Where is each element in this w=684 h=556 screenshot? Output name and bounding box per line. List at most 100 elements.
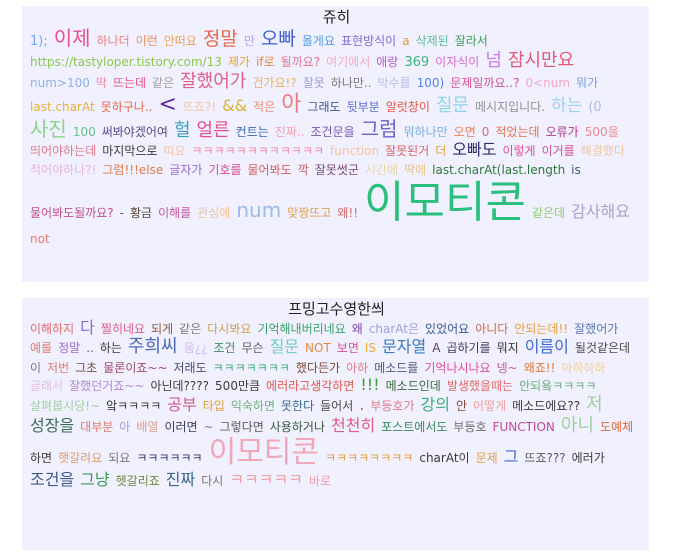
cloud-word: num (236, 197, 282, 222)
cloud-word: 질문 (435, 95, 469, 117)
cloud-word: 부등호 (453, 419, 487, 434)
cloud-word: 물론이죠~~ (103, 361, 168, 376)
cloud-word: 하나만.. (330, 75, 372, 90)
cloud-word: 오류가 (545, 124, 579, 139)
cloud-word: 잘라서 (454, 34, 488, 48)
cloud-word: 메시지입니다. (475, 100, 546, 115)
cloud-word: 다 (80, 318, 95, 337)
cloud-word: ㅋㅋㅋㅋㅋ (229, 469, 303, 489)
cloud-word: 황금 (130, 205, 153, 220)
cloud-word: 왜죠!! (523, 361, 556, 376)
cloud-word: 하는 (99, 341, 122, 356)
word-cloud-panel-1: 쥬히 1); 이제 하나더 이런 안떠요 정말 만 오빠 올게요 표현방식이 a 삭제된 잘라서 http… (22, 6, 649, 282)
cloud-word: 딱 (95, 75, 107, 90)
cloud-word: 이해를 (158, 205, 192, 220)
cloud-word: 글자가 (169, 162, 203, 177)
cloud-word: 컨트는 (235, 124, 269, 139)
cloud-word: 하면 (30, 451, 53, 466)
cloud-word: 글래서 (30, 379, 64, 394)
cloud-word: 못한다 (281, 398, 315, 413)
cloud-word: 더 (435, 144, 447, 159)
cloud-word: function (330, 144, 380, 159)
cloud-word: 잘못 (302, 75, 325, 90)
cloud-word: 강의 (420, 394, 450, 414)
cloud-word: 500만큼 (215, 379, 261, 394)
cloud-word: 하는 (551, 96, 583, 117)
cloud-word: . (359, 394, 365, 414)
cloud-word: 잘못된거 (385, 144, 430, 159)
cloud-word: 햇갈려요 (58, 451, 103, 466)
cloud-word: 안되욬ㅋㅋㅋㅋ (519, 379, 597, 394)
cloud-word: not (30, 231, 50, 246)
cloud-word: 감사해요 (571, 201, 630, 221)
cloud-word: 0<num (525, 75, 571, 90)
cloud-word: 이제 (53, 26, 91, 50)
cloud-word: 깍 (297, 162, 309, 177)
cloud-word: 100 (72, 124, 96, 139)
cloud-word: 있었어요 (425, 322, 470, 336)
word-cloud: 1); 이제 하나더 이런 안떠요 정말 만 오빠 올게요 표현방식이 a 삭제된 잘라서 https:/… (30, 27, 643, 247)
cloud-word: 도예체 (600, 419, 634, 434)
cloud-word: 조건을 (30, 469, 75, 489)
cloud-word: 건가요!? (252, 75, 297, 90)
cloud-word: 문제 (475, 451, 498, 466)
cloud-word: 기억해내버리네요 (257, 322, 346, 336)
cloud-word: 정말 (58, 341, 81, 356)
cloud-word: 발생했을때는 (446, 379, 514, 394)
cloud-word: 조건 (213, 341, 236, 356)
cloud-word: 성장을 (30, 415, 75, 435)
cloud-word: 딱에 (404, 162, 427, 177)
cloud-word: 에러가 (571, 451, 605, 466)
cloud-word: 500을 (584, 124, 619, 139)
cloud-word: 같은 (152, 75, 175, 90)
cloud-word: 천천히 (331, 415, 376, 435)
cloud-word: 보면 (336, 341, 359, 356)
cloud-word: 넹~ (496, 361, 518, 376)
cloud-word: 음¿¿ (183, 341, 208, 356)
cloud-word: 왜!! (337, 205, 359, 220)
cloud-word: 왜 (351, 322, 363, 336)
cloud-word: 안되는데!! (514, 322, 569, 336)
cloud-word: 잠시만요 (507, 49, 575, 71)
cloud-word: 삭제된 (415, 34, 449, 48)
cloud-word: 되요 (108, 451, 131, 466)
cloud-word: 이거를 (541, 144, 575, 159)
cloud-word: 아니 (560, 414, 595, 436)
cloud-word: 그초 (75, 361, 98, 376)
cloud-word: 얼른 (196, 119, 230, 141)
cloud-word: !!! (360, 375, 380, 395)
cloud-word: 메소드인데 (385, 379, 441, 394)
cloud-word: 앜ㅋㅋㅋㅋ (106, 398, 162, 413)
cloud-word: 그래도 (307, 100, 341, 115)
cloud-word: 다시봐요 (207, 322, 252, 336)
cloud-word: 못하구나.. (100, 100, 153, 115)
cloud-word: 조건문을 (310, 124, 355, 139)
cloud-word: IS (364, 341, 377, 356)
cloud-word: 저래도 (173, 361, 207, 376)
cloud-word: < (158, 92, 177, 118)
cloud-word: FUNCTION (492, 419, 555, 434)
cloud-word: 이렇게 (502, 144, 536, 159)
cloud-word: 이해하지 (30, 322, 75, 336)
cloud-word: 살펴봅시당!~ (30, 398, 101, 413)
cloud-word: 하나더 (96, 34, 130, 48)
cloud-word: 잘했던거죠~~ (69, 379, 145, 394)
cloud-word: .. (86, 341, 94, 356)
cloud-word: 바로 (308, 473, 332, 488)
cloud-word: 이름이 (524, 337, 569, 357)
cloud-word: 이모티콘 (208, 435, 320, 471)
cloud-word: 만 (243, 34, 255, 48)
cloud-word: 이런 (135, 34, 158, 48)
cloud-word: 진짜 (165, 469, 196, 489)
cloud-word: 사용하거나 (269, 419, 325, 434)
cloud-word: is (571, 162, 581, 177)
cloud-word: 진짜.. (274, 124, 305, 139)
cloud-word: 대부분 (80, 419, 114, 434)
cloud-word: 0 (481, 124, 490, 139)
cloud-word: 될것같은데 (574, 341, 631, 356)
cloud-word: 뒷부분 (346, 100, 380, 115)
cloud-word: if로 (255, 54, 275, 69)
cloud-word: 이자식이 (435, 54, 480, 69)
cloud-word: 잘못썻군 (314, 162, 359, 177)
cloud-word: 여기에서 (326, 54, 371, 69)
